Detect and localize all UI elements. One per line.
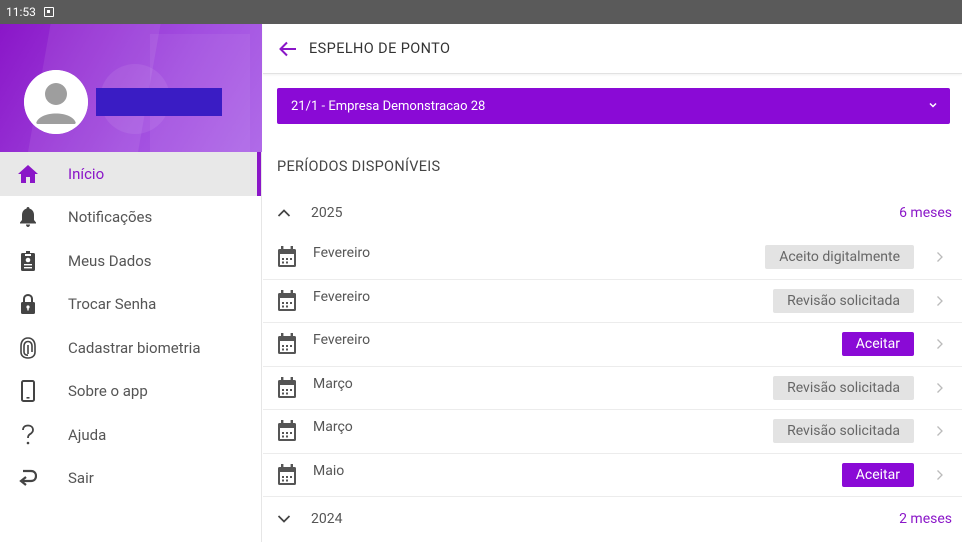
calendar-icon [277, 463, 297, 486]
sidebar-header [0, 24, 262, 152]
sidebar-item-ajuda[interactable]: Ajuda [0, 413, 261, 457]
top-app-bar: ESPELHO DE PONTO [263, 24, 962, 74]
status-time: 11:53 [6, 5, 36, 19]
user-avatar-icon [24, 70, 88, 134]
sidebar-nav: Início Notificações Meus Dados Trocar Se… [0, 152, 261, 500]
id-badge-icon [18, 250, 38, 272]
calendar-icon [277, 246, 297, 268]
avatar[interactable] [24, 70, 88, 134]
bell-icon [18, 206, 38, 228]
status-bar: 11:53 [0, 0, 962, 24]
period-month: Fevereiro [313, 288, 371, 305]
sidebar-item-label: Trocar Senha [68, 295, 157, 314]
sidebar: Início Notificações Meus Dados Trocar Se… [0, 24, 262, 542]
sidebar-item-sobre-app[interactable]: Sobre o app [0, 370, 261, 414]
sidebar-item-label: Cadastrar biometria [68, 338, 201, 357]
calendar-icon [277, 420, 297, 442]
calendar-icon [277, 333, 297, 355]
year-count: 2 meses [899, 511, 952, 527]
lock-icon [18, 293, 38, 315]
chevron-down-icon [277, 514, 293, 524]
chevron-right-icon [930, 251, 950, 263]
main-content: ESPELHO DE PONTO 21/1 - Empresa Demonstr… [263, 24, 962, 542]
sidebar-item-label: Sobre o app [68, 382, 148, 401]
chevron-up-icon [277, 208, 293, 218]
sidebar-item-trocar-senha[interactable]: Trocar Senha [0, 283, 261, 327]
calendar-icon [277, 289, 297, 312]
period-month: Fevereiro [313, 332, 371, 349]
year-row-2024[interactable]: 2024 2 meses [277, 501, 952, 537]
company-select-value: 21/1 - Empresa Demonstracao 28 [291, 98, 486, 114]
sidebar-item-cadastrar-biometria[interactable]: Cadastrar biometria [0, 326, 261, 370]
chevron-down-icon [928, 99, 938, 114]
period-month: Maio [313, 462, 345, 479]
chevron-right-icon [930, 295, 950, 307]
period-month: Março [313, 375, 353, 392]
period-row[interactable]: Fevereiro Revisão solicitada [263, 280, 962, 323]
sidebar-item-notificacoes[interactable]: Notificações [0, 196, 261, 240]
accept-button[interactable]: Aceitar [841, 462, 914, 487]
year-row-2025[interactable]: 2025 6 meses [277, 195, 952, 231]
chevron-right-icon [930, 469, 950, 481]
status-badge: Aceito digitalmente [765, 245, 914, 270]
sidebar-item-label: Início [68, 164, 105, 183]
sidebar-item-label: Sair [68, 469, 94, 488]
calendar-icon [277, 376, 297, 399]
sidebar-item-label: Ajuda [68, 425, 107, 444]
year-label: 2025 [311, 205, 343, 221]
status-badge: Revisão solicitada [773, 375, 914, 400]
notification-icon [43, 7, 54, 17]
sidebar-item-label: Meus Dados [68, 251, 152, 270]
question-icon [18, 424, 38, 446]
period-row[interactable]: Março Revisão solicitada [263, 367, 962, 410]
page-title: ESPELHO DE PONTO [309, 40, 451, 57]
period-row[interactable]: Março Revisão solicitada [263, 410, 962, 454]
period-row[interactable]: Fevereiro Aceitar [263, 323, 962, 367]
year-count: 6 meses [899, 205, 952, 221]
status-badge: Revisão solicitada [773, 419, 914, 444]
user-name-redacted [96, 88, 222, 116]
chevron-right-icon [930, 338, 950, 350]
period-row[interactable]: Maio Aceitar [263, 454, 962, 497]
period-month: Março [313, 419, 353, 436]
company-select[interactable]: 21/1 - Empresa Demonstracao 28 [277, 88, 950, 124]
chevron-right-icon [930, 425, 950, 437]
home-icon [18, 163, 38, 185]
fingerprint-icon [18, 336, 38, 359]
phone-icon [18, 380, 38, 403]
logout-icon [18, 467, 38, 489]
back-arrow-icon[interactable] [279, 41, 297, 57]
chevron-right-icon [930, 382, 950, 394]
year-label: 2024 [311, 511, 343, 527]
accept-button[interactable]: Aceitar [841, 332, 914, 357]
sidebar-item-label: Notificações [68, 208, 153, 227]
period-month: Fevereiro [313, 245, 371, 262]
sidebar-item-sair[interactable]: Sair [0, 457, 261, 501]
period-row[interactable]: Fevereiro Aceito digitalmente [263, 236, 962, 280]
status-badge: Revisão solicitada [773, 288, 914, 313]
sidebar-item-meus-dados[interactable]: Meus Dados [0, 239, 261, 283]
sidebar-item-inicio[interactable]: Início [0, 152, 261, 196]
section-title: PERÍODOS DISPONÍVEIS [277, 158, 441, 175]
